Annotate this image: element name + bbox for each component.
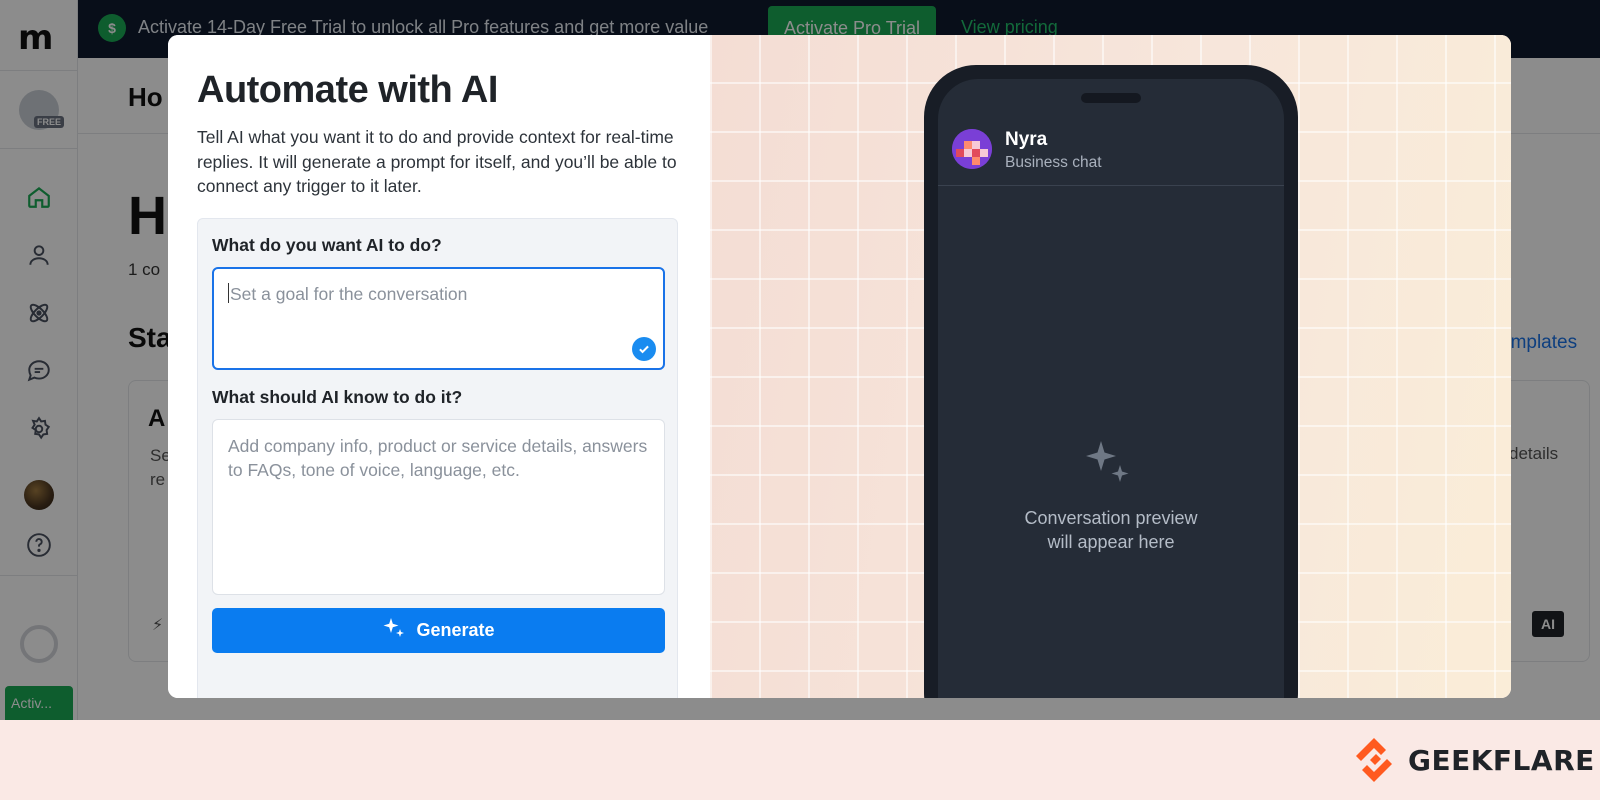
contact-avatar bbox=[952, 129, 992, 169]
dialog-title: Automate with AI bbox=[197, 69, 498, 111]
generate-button-label: Generate bbox=[416, 620, 495, 640]
phone-notch bbox=[1081, 93, 1141, 103]
chat-header-divider bbox=[938, 185, 1284, 186]
dialog-description: Tell AI what you want it to do and provi… bbox=[197, 127, 677, 196]
context-textarea[interactable]: Add company info, product or service det… bbox=[212, 419, 665, 595]
geekflare-logo-icon bbox=[1356, 738, 1392, 782]
contact-subtitle: Business chat bbox=[1005, 154, 1102, 171]
text-caret bbox=[228, 283, 229, 303]
dialog-form-pane: Automate with AI Tell AI what you want i… bbox=[168, 35, 710, 698]
geekflare-logo: GEEKFLARE bbox=[1350, 736, 1595, 784]
context-placeholder: Add company info, product or service det… bbox=[228, 436, 648, 480]
goal-placeholder: Set a goal for the conversation bbox=[230, 284, 468, 304]
sparkle-icon bbox=[1083, 439, 1131, 494]
ai-form-panel: What do you want AI to do? Set a goal fo… bbox=[197, 218, 678, 698]
phone-mockup: Nyra Business chat Conversation preview … bbox=[924, 65, 1298, 698]
app-window: m FREE Activ... $ Activate 14-Day Free T… bbox=[0, 0, 1600, 720]
check-icon bbox=[632, 337, 656, 361]
empty-state-text: Conversation preview will appear here bbox=[1024, 508, 1198, 552]
conversation-empty-state: Conversation preview will appear here bbox=[938, 506, 1284, 554]
phone-screen: Nyra Business chat Conversation preview … bbox=[938, 79, 1284, 698]
automate-with-ai-dialog: Automate with AI Tell AI what you want i… bbox=[168, 35, 1511, 698]
context-label: What should AI know to do it? bbox=[212, 387, 463, 407]
goal-input[interactable]: Set a goal for the conversation bbox=[212, 267, 665, 370]
preview-pane: Nyra Business chat Conversation preview … bbox=[710, 35, 1511, 698]
contact-name: Nyra bbox=[1005, 129, 1048, 150]
goal-label: What do you want AI to do? bbox=[212, 235, 442, 255]
geekflare-wordmark: GEEKFLARE bbox=[1408, 743, 1595, 777]
generate-button[interactable]: Generate bbox=[212, 608, 665, 653]
sparkle-icon bbox=[382, 616, 406, 645]
